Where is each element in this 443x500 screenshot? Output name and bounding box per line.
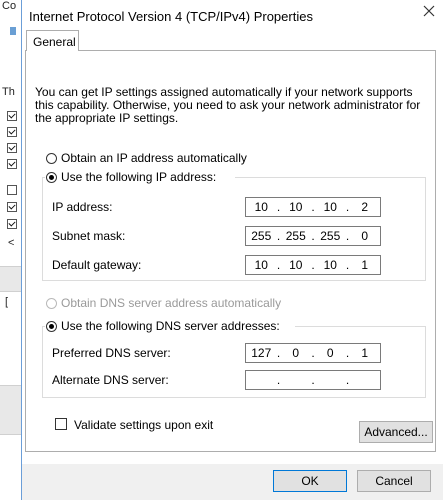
default-gateway-label: Default gateway: [52, 258, 142, 272]
subnet-mask-row: Subnet mask: 255. 255. 255. 0 [52, 226, 414, 246]
background-text: [ [5, 296, 9, 308]
dns-auto-label: Obtain DNS server address automatically [61, 296, 282, 310]
ip-auto-radio[interactable] [46, 152, 57, 164]
subnet-mask-label: Subnet mask: [52, 229, 126, 243]
background-text: Th [2, 86, 15, 98]
ip-address-label: IP address: [52, 200, 113, 214]
dialog-title: Internet Protocol Version 4 (TCP/IPv4) P… [29, 9, 313, 24]
background-checkbox[interactable] [7, 127, 17, 137]
background-text: < [8, 237, 15, 249]
octet: 10 [323, 200, 337, 214]
background-checkbox[interactable] [7, 202, 17, 212]
ipv4-properties-dialog: Internet Protocol Version 4 (TCP/IPv4) P… [21, 0, 443, 500]
ip-auto-option[interactable]: Obtain an IP address automatically [46, 150, 247, 166]
alternate-dns-row: Alternate DNS server: . . . [52, 370, 414, 390]
dns-manual-option[interactable]: Use the following DNS server addresses: [46, 318, 280, 334]
ip-manual-label: Use the following IP address: [61, 170, 217, 184]
close-icon[interactable] [423, 5, 437, 17]
background-checkbox[interactable] [7, 185, 17, 195]
background-band [0, 385, 21, 435]
ip-auto-label: Obtain an IP address automatically [61, 151, 247, 165]
octet: 10 [254, 258, 268, 272]
background-text: Co [2, 0, 17, 12]
background-checkbox[interactable] [7, 159, 17, 169]
background-checkbox[interactable] [7, 111, 17, 121]
octet: 10 [289, 200, 303, 214]
background-icon [10, 27, 16, 35]
octet: 10 [254, 200, 268, 214]
octet [281, 371, 312, 389]
octet [350, 371, 381, 389]
octet: 10 [289, 258, 303, 272]
octet [315, 371, 346, 389]
validate-label: Validate settings upon exit [74, 418, 214, 432]
intro-text: You can get IP settings assigned automat… [35, 85, 421, 125]
preferred-dns-label: Preferred DNS server: [52, 346, 171, 360]
tab-general-label: General [33, 35, 76, 49]
background-window: Co Th < [ [0, 0, 21, 500]
dns-manual-label: Use the following DNS server addresses: [61, 319, 280, 333]
octet: 1 [361, 346, 369, 360]
octet: 255 [251, 229, 272, 243]
ip-address-row: IP address: 10. 10. 10. 2 [52, 197, 414, 217]
ip-address-input[interactable]: 10. 10. 10. 2 [245, 197, 381, 217]
dns-auto-radio[interactable] [46, 297, 57, 309]
default-gateway-input[interactable]: 10. 10. 10. 1 [245, 255, 381, 275]
subnet-mask-input[interactable]: 255. 255. 255. 0 [245, 226, 381, 246]
octet [246, 371, 277, 389]
octet: 255 [320, 229, 341, 243]
ok-button[interactable]: OK [273, 470, 347, 492]
octet: 10 [323, 258, 337, 272]
advanced-button[interactable]: Advanced... [359, 421, 433, 443]
background-checkbox[interactable] [7, 143, 17, 153]
ip-manual-radio[interactable] [46, 171, 57, 183]
preferred-dns-row: Preferred DNS server: 127. 0. 0. 1 [52, 343, 414, 363]
octet: 0 [292, 346, 300, 360]
dns-auto-option[interactable]: Obtain DNS server address automatically [46, 295, 281, 311]
general-panel: You can get IP settings assigned automat… [25, 50, 436, 452]
dns-manual-radio[interactable] [46, 320, 57, 332]
octet: 1 [361, 258, 369, 272]
octet: 0 [361, 229, 369, 243]
octet: 0 [326, 346, 334, 360]
ip-manual-option[interactable]: Use the following IP address: [46, 169, 216, 185]
validate-checkbox[interactable] [55, 418, 67, 430]
octet: 255 [285, 229, 306, 243]
alternate-dns-label: Alternate DNS server: [52, 373, 169, 387]
cancel-button[interactable]: Cancel [357, 470, 431, 492]
octet: 127 [251, 346, 272, 360]
tab-general[interactable]: General [26, 30, 79, 51]
default-gateway-row: Default gateway: 10. 10. 10. 1 [52, 255, 414, 275]
background-band [0, 266, 21, 292]
background-checkbox[interactable] [7, 219, 17, 229]
octet: 2 [361, 200, 369, 214]
preferred-dns-input[interactable]: 127. 0. 0. 1 [245, 343, 381, 363]
alternate-dns-input[interactable]: . . . [245, 370, 381, 390]
